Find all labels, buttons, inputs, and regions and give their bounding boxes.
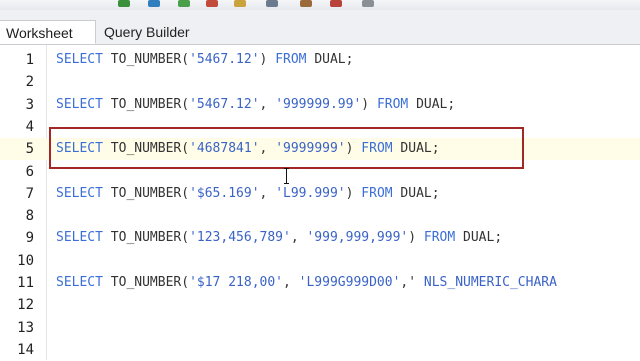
sql-keyword: SELECT: [56, 52, 111, 67]
highlight-box: [49, 127, 524, 169]
code-text: SELECT TO_NUMBER('5467.12', '999999.99')…: [56, 94, 455, 116]
code-token: DUAL;: [392, 185, 440, 201]
line-number: 9: [25, 230, 34, 247]
commit-icon[interactable]: [178, 0, 190, 7]
line-number: 10: [17, 252, 34, 269]
code-line[interactable]: 7 SELECT TO_NUMBER('$65.169', 'L99.999') …: [0, 183, 640, 205]
code-token: DUAL;: [306, 52, 354, 67]
code-token: ): [408, 230, 424, 246]
code-line[interactable]: 11 SELECT TO_NUMBER('$17 218,00', 'L999G9…: [0, 272, 640, 294]
sql-keyword: FROM: [275, 52, 307, 67]
code-line[interactable]: 9 SELECT TO_NUMBER('123,456,789', '999,99…: [0, 227, 640, 249]
string-literal: NLS_NUMERIC_CHARA: [423, 275, 557, 290]
sql-tuning-icon[interactable]: [234, 0, 246, 7]
line-number: 14: [17, 341, 34, 358]
code-token: ,: [259, 96, 276, 112]
code-text: SELECT TO_NUMBER('123,456,789', '999,999…: [56, 227, 502, 249]
string-literal: 'L999G999D00': [298, 275, 401, 290]
code-token: DUAL;: [408, 96, 456, 112]
code-token: ,: [290, 230, 307, 246]
sql-keyword: SELECT: [56, 230, 111, 246]
line-number: 5: [25, 141, 34, 158]
text-cursor-icon: [284, 166, 290, 188]
tab-query-builder[interactable]: Query Builder: [98, 20, 198, 44]
sql-keyword: SELECT: [56, 275, 111, 290]
line-number: 4: [25, 118, 34, 135]
run-statement-icon[interactable]: [118, 0, 130, 7]
code-line[interactable]: 8: [0, 205, 640, 227]
sql-keyword: FROM: [361, 185, 393, 201]
line-number: 6: [25, 163, 34, 180]
code-token: TO_NUMBER(: [110, 185, 190, 201]
code-token: ): [361, 96, 377, 112]
code-line[interactable]: 2: [0, 71, 640, 93]
string-literal: '$65.169': [189, 185, 260, 201]
code-line[interactable]: 3 SELECT TO_NUMBER('5467.12', '999999.99'…: [0, 94, 640, 116]
line-number: 7: [25, 185, 34, 202]
code-text: SELECT TO_NUMBER('5467.12') FROM DUAL;: [56, 49, 353, 71]
sql-keyword: FROM: [423, 230, 456, 246]
code-token: DUAL;: [455, 230, 503, 246]
string-literal: '$17 218,00': [189, 275, 283, 290]
line-number: 11: [17, 275, 34, 291]
code-token: TO_NUMBER(: [110, 52, 190, 67]
line-number: 3: [25, 96, 34, 113]
toolbar: [0, 0, 640, 10]
sql-keyword: FROM: [376, 96, 409, 112]
string-literal: '5467.12': [189, 96, 260, 112]
line-number: 12: [17, 297, 34, 314]
code-text: SELECT TO_NUMBER('$17 218,00', 'L999G999…: [56, 272, 557, 294]
autotrace-icon[interactable]: [300, 0, 312, 7]
string-literal: 'L99.999': [275, 185, 346, 201]
code-token: TO_NUMBER(: [110, 230, 190, 246]
string-literal: '999999.99': [275, 96, 362, 112]
code-token: ): [259, 52, 276, 67]
code-line[interactable]: 12: [0, 294, 640, 316]
code-line[interactable]: 1 SELECT TO_NUMBER('5467.12') FROM DUAL;: [0, 49, 640, 71]
line-number: 2: [25, 74, 34, 91]
code-text: SELECT TO_NUMBER('$65.169', 'L99.999') F…: [56, 183, 440, 205]
sql-keyword: SELECT: [56, 185, 111, 201]
explain-plan-icon[interactable]: [266, 0, 278, 7]
sql-keyword: SELECT: [56, 96, 111, 112]
line-number: 13: [17, 319, 34, 336]
string-literal: '999,999,999': [306, 230, 409, 246]
worksheet-tabbar: Worksheet Query Builder: [0, 10, 640, 45]
history-icon[interactable]: [362, 0, 374, 7]
code-token: TO_NUMBER(: [110, 275, 190, 290]
code-token: ,: [283, 275, 299, 290]
run-script-icon[interactable]: [148, 0, 160, 7]
code-token: TO_NUMBER(: [110, 96, 190, 112]
code-token: ): [345, 185, 362, 201]
line-number: 8: [25, 208, 34, 225]
code-line[interactable]: 14: [0, 339, 640, 361]
code-token: ,': [400, 275, 424, 290]
rollback-icon[interactable]: [206, 0, 218, 7]
tab-worksheet[interactable]: Worksheet: [0, 20, 96, 44]
code-line[interactable]: 10: [0, 250, 640, 272]
code-line[interactable]: 13: [0, 317, 640, 339]
string-literal: '5467.12': [189, 52, 260, 67]
code-token: ,: [259, 185, 276, 201]
clear-icon[interactable]: [330, 0, 342, 7]
sql-editor[interactable]: 1 SELECT TO_NUMBER('5467.12') FROM DUAL; 2…: [0, 45, 640, 360]
line-number: 1: [25, 52, 34, 68]
string-literal: '123,456,789': [189, 230, 291, 246]
